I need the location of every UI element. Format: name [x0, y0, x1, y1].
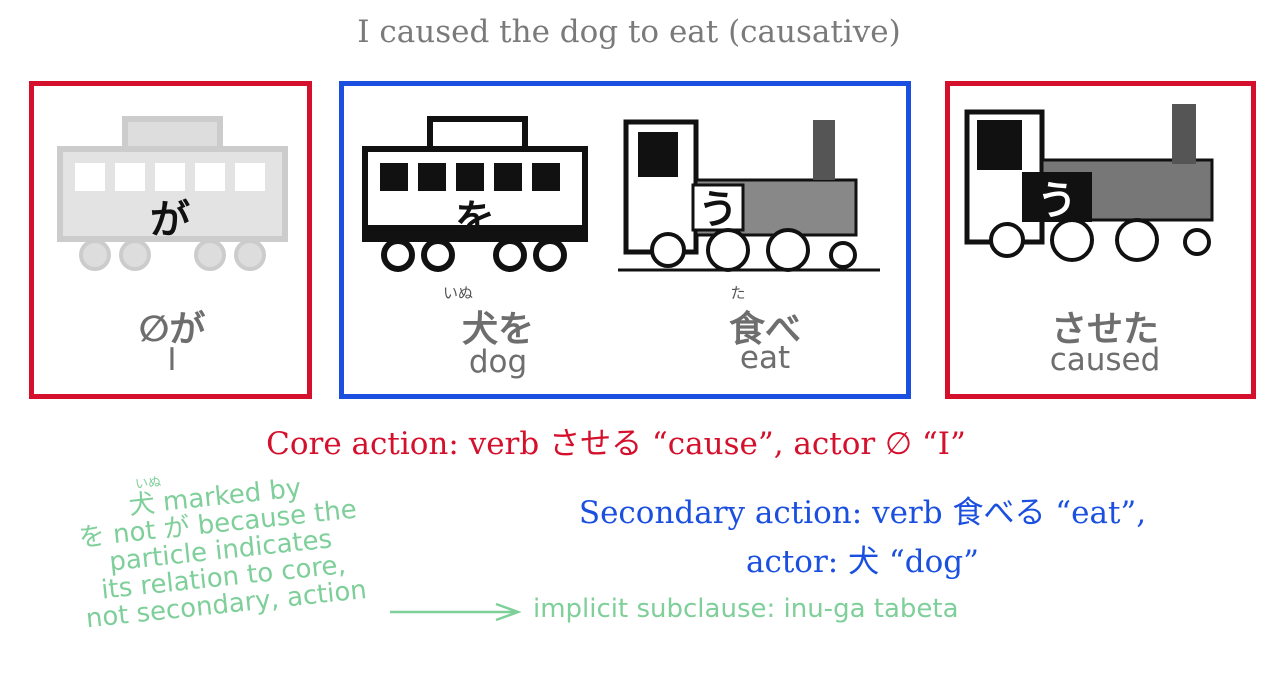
arrow-icon [390, 602, 522, 622]
secondary-action-line1: Secondary action: verb 食べる “eat”, [578, 495, 1147, 531]
object-gloss: dog [468, 344, 528, 380]
train-label: う [1037, 178, 1077, 224]
train-label: う [698, 187, 738, 233]
caboose-gray-illustration: が [57, 116, 288, 271]
particle-note: いぬ 犬 marked by を not が because the parti… [48, 453, 392, 636]
verb-gloss: eat [739, 340, 791, 376]
caboose-illustration: を [362, 116, 588, 272]
causative-gloss: caused [1049, 342, 1161, 378]
train-label: が [150, 197, 190, 243]
subject-gloss: I [167, 342, 177, 378]
implicit-subclause-text: implicit subclause: inu-ga tabeta [533, 594, 959, 624]
locomotive-illustration: う [618, 119, 880, 272]
train-label: を [455, 197, 495, 243]
secondary-action-line2: actor: 犬 “dog” [746, 544, 979, 580]
locomotive-illustration: う [964, 104, 1214, 262]
diagram-title: I caused the dog to eat (causative) [357, 14, 901, 50]
core-action-text: Core action: verb させる “cause”, actor ∅ “… [266, 426, 966, 462]
